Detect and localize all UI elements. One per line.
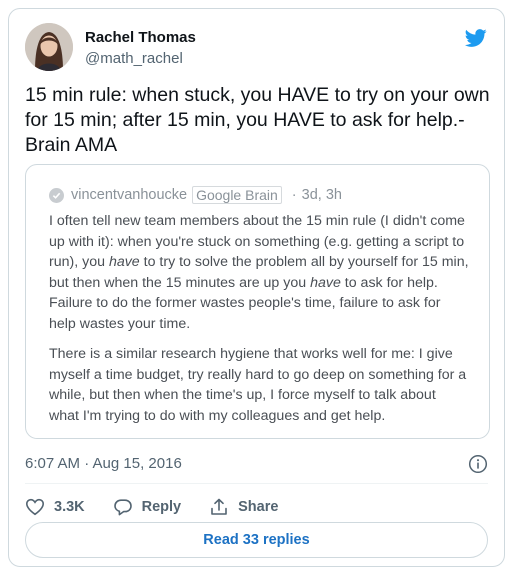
tweet-timestamp[interactable]: 6:07 AM · Aug 15, 2016 (25, 455, 182, 472)
emphasis: have (108, 254, 140, 270)
heart-icon (25, 498, 45, 516)
quoted-post-age: 3d, 3h (301, 187, 342, 203)
reply-label: Reply (141, 499, 182, 515)
reply-bubble-icon (113, 499, 132, 516)
quoted-post[interactable]: vincentvanhoucke Google Brain · 3d, 3h I… (25, 164, 490, 439)
quote-fade-overlay (26, 424, 489, 438)
emphasis: have (310, 274, 341, 291)
quoted-paragraph-2: There is a similar research hygiene that… (49, 346, 467, 424)
twitter-bird-icon[interactable] (464, 27, 488, 49)
author-handle[interactable]: @math_rachel (85, 50, 183, 67)
quoted-post-body: I often tell new team members about the … (49, 211, 469, 436)
tweet-header: Rachel Thomas @math_rachel (25, 23, 488, 73)
quoted-paragraph-1: I often tell new team members about the … (49, 213, 469, 332)
avatar[interactable] (25, 23, 73, 71)
verified-check-icon (49, 187, 64, 203)
separator-dot: · (291, 187, 297, 203)
share-button[interactable]: Share (209, 497, 278, 517)
share-icon (211, 498, 227, 515)
action-bar: 3.3K Reply Share (25, 493, 306, 521)
divider (25, 483, 488, 484)
like-button[interactable]: 3.3K (25, 497, 85, 517)
info-icon[interactable] (468, 454, 488, 474)
reply-button[interactable]: Reply (113, 497, 182, 517)
tweet-text: 15 min rule: when stuck, you HAVE to try… (25, 84, 490, 156)
quoted-post-header: vincentvanhoucke Google Brain · 3d, 3h (49, 186, 342, 204)
read-replies-button[interactable]: Read 33 replies (25, 522, 488, 558)
quoted-username[interactable]: vincentvanhoucke (71, 187, 187, 203)
author-name[interactable]: Rachel Thomas (85, 29, 196, 46)
tweet-card[interactable]: Rachel Thomas @math_rachel 15 min rule: … (8, 8, 505, 567)
like-count: 3.3K (54, 499, 85, 515)
share-label: Share (238, 499, 279, 515)
quoted-user-tag: Google Brain (192, 186, 282, 204)
